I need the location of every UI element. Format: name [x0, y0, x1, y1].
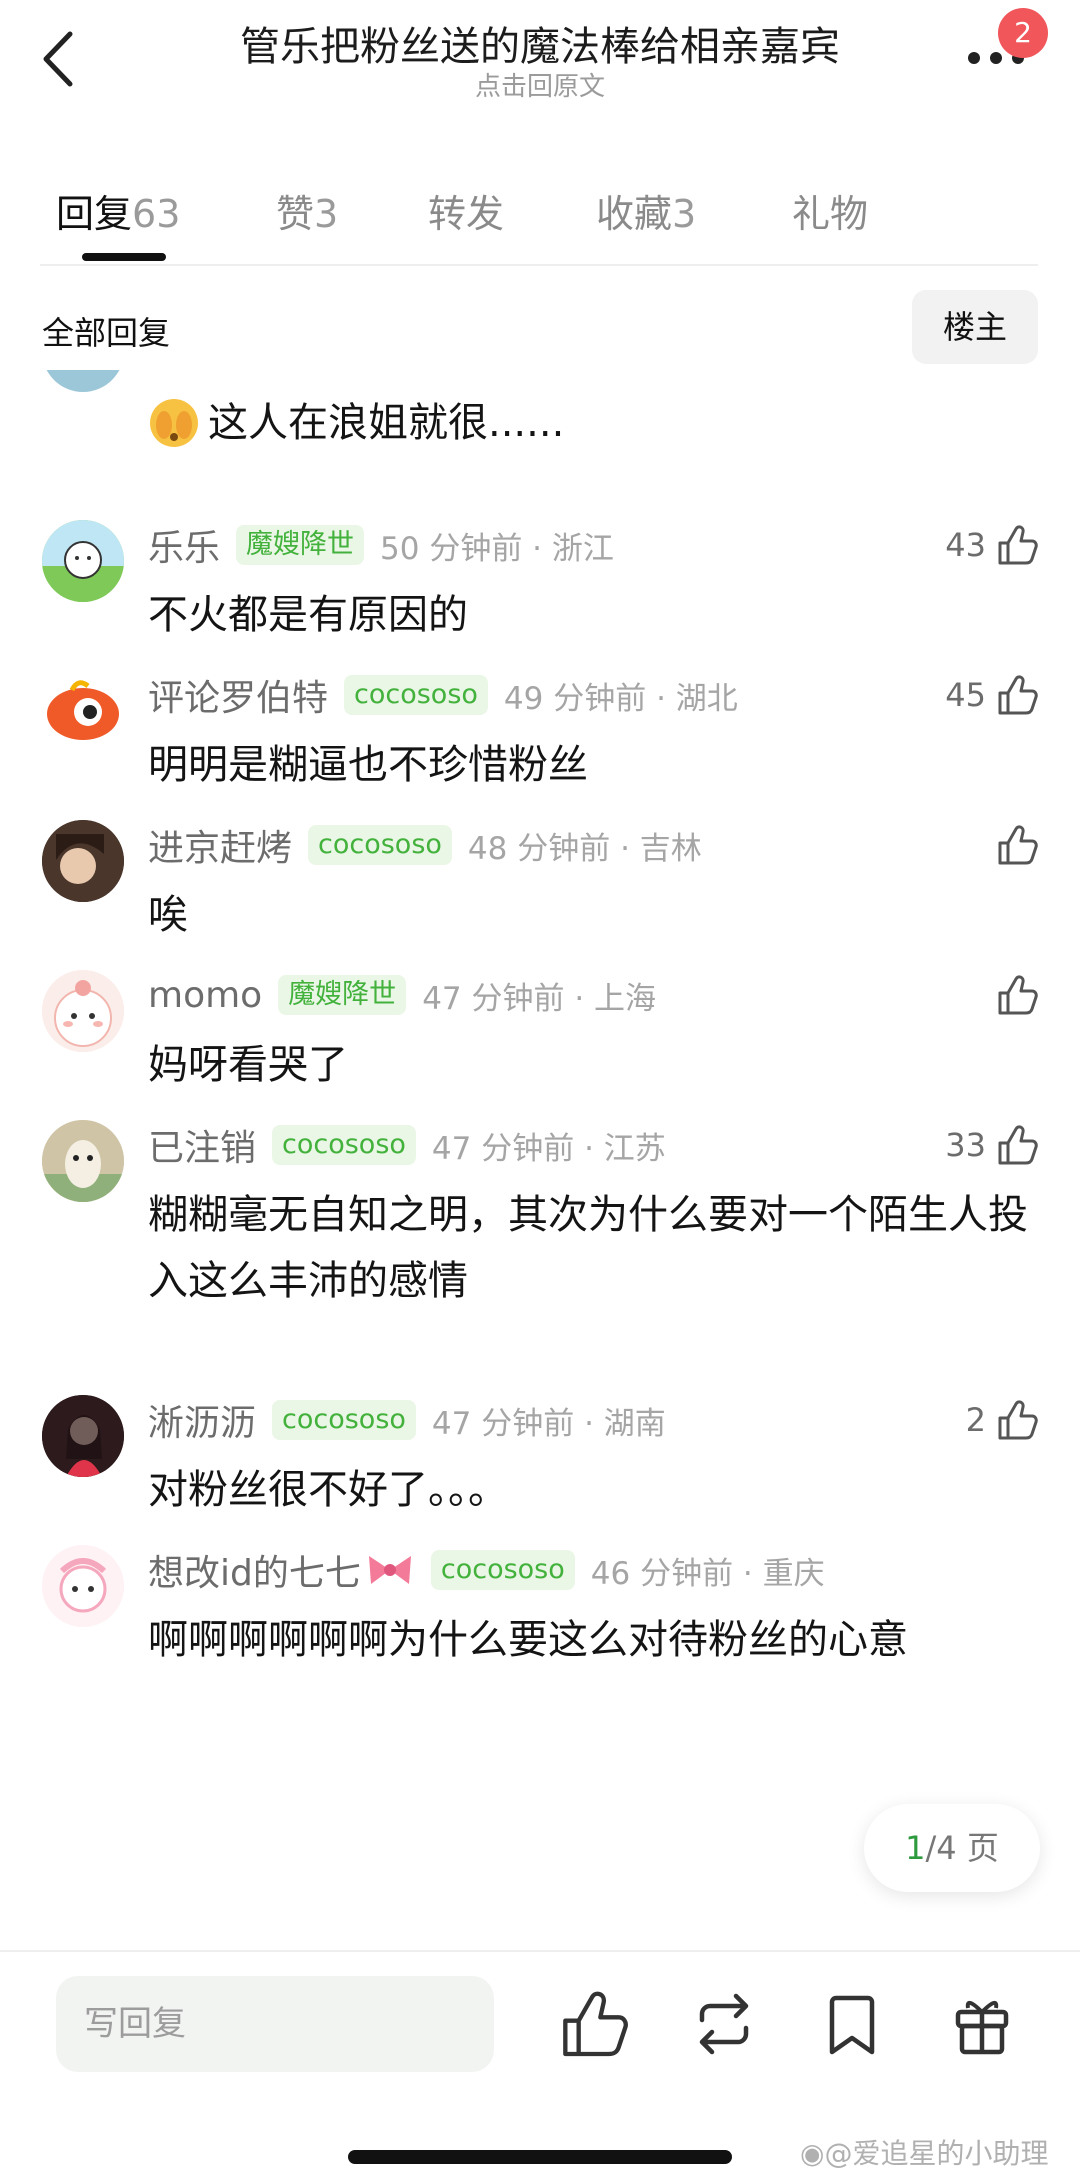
comment-text: 不火都是有原因的 [148, 592, 468, 638]
like-button[interactable]: 45 [945, 670, 1040, 720]
home-indicator [348, 2150, 732, 2164]
thumbs-up-icon [998, 975, 1038, 1015]
comment-text: 唉 [148, 892, 188, 938]
like-button[interactable]: 43 [945, 520, 1040, 570]
fan-badge: cocososo [344, 675, 488, 715]
fan-badge: cocososo [272, 1125, 416, 1165]
fan-badge: cocososo [308, 825, 452, 865]
comment-text: 妈呀看哭了 [148, 1042, 348, 1088]
tab-bar: 回复63 赞3 转发 收藏3 礼物 [0, 165, 1080, 265]
timestamp-location: 46 分钟前 · 重庆 [590, 1555, 825, 1592]
thumbs-up-icon [998, 825, 1038, 865]
divider [40, 264, 1038, 266]
watermark: ◉@爱追星的小助理 [800, 2137, 1049, 2170]
fan-badge: cocososo [430, 1550, 575, 1590]
gift-icon [955, 2000, 1009, 2055]
timestamp-location: 50 分钟前 · 浙江 [380, 530, 614, 567]
top-navigation-bar: 管乐把粉丝送的魔法棒给相亲嘉宾 点击回原文 2 [0, 0, 1080, 120]
owner-filter-button[interactable]: 楼主 [912, 290, 1038, 364]
fan-badge: 魔嫂降世 [278, 975, 407, 1015]
timestamp-location: 47 分钟前 · 湖南 [431, 1405, 666, 1442]
all-replies-label: 全部回复 [42, 314, 171, 352]
active-tab-indicator [82, 253, 166, 261]
gift-button[interactable] [942, 1984, 1022, 2064]
tab-favorites[interactable]: 收藏3 [596, 183, 696, 238]
timestamp-location: 48 分钟前 · 吉林 [467, 830, 702, 867]
repost-button[interactable] [684, 1984, 764, 2064]
bookmark-button[interactable] [812, 1984, 892, 2064]
more-icon [968, 52, 980, 64]
back-to-original-link[interactable]: 点击回原文 [0, 66, 1080, 103]
avatar[interactable] [42, 1545, 124, 1627]
comment-list[interactable]: 这人在浪姐就很...... 乐乐 魔嫂降世 50 分钟前 · 浙江 43 不火都… [0, 370, 1080, 1950]
thumbs-up-icon [998, 1400, 1038, 1440]
tab-reposts[interactable]: 转发 [428, 183, 504, 238]
comment-text: 这人在浪姐就很...... [208, 400, 565, 446]
bookmark-icon [829, 1995, 875, 2055]
weibo-logo-icon: ◉ [800, 2137, 825, 2170]
avatar[interactable] [42, 520, 124, 602]
tab-replies[interactable]: 回复63 [56, 183, 180, 238]
username[interactable]: momo [148, 975, 262, 1016]
avatar[interactable] [42, 1120, 124, 1202]
username[interactable]: 评论罗伯特 [148, 669, 328, 721]
avatar[interactable] [42, 820, 124, 902]
bow-emoji-icon [368, 1556, 411, 1584]
reply-input[interactable]: 写回复 [56, 1976, 494, 2072]
avatar[interactable] [42, 1395, 124, 1477]
thumbs-up-icon [563, 1991, 628, 2057]
fan-badge: cocososo [272, 1400, 416, 1440]
fan-badge: 魔嫂降世 [236, 525, 365, 565]
tab-likes[interactable]: 赞3 [276, 183, 338, 238]
like-button[interactable] [986, 820, 1040, 870]
username[interactable]: 乐乐 [148, 519, 220, 571]
post-title: 管乐把粉丝送的魔法棒给相亲嘉宾 [240, 24, 840, 70]
comment-text: 糊糊毫无自知之明，其次为什么要对一个陌生人投入这么丰沛的感情 [148, 1192, 1028, 1304]
tab-gifts[interactable]: 礼物 [792, 183, 868, 238]
like-button[interactable]: 33 [945, 1120, 1040, 1170]
shy-emoji-icon [150, 399, 198, 447]
like-post-button[interactable] [552, 1984, 632, 2064]
timestamp-location: 47 分钟前 · 上海 [422, 980, 657, 1017]
avatar[interactable] [42, 370, 124, 392]
like-button[interactable]: 2 [966, 1395, 1040, 1445]
comment-text: 对粉丝很不好了。。。 [148, 1467, 508, 1513]
username[interactable]: 淅沥沥 [148, 1394, 256, 1446]
username[interactable]: 进京赶烤 [148, 819, 292, 871]
timestamp-location: 47 分钟前 · 江苏 [431, 1130, 666, 1167]
avatar[interactable] [42, 970, 124, 1052]
thumbs-up-icon [998, 525, 1038, 565]
like-count: 33 [945, 1126, 986, 1164]
username[interactable]: 已注销 [148, 1119, 256, 1171]
page-indicator[interactable]: 1/4 页 [864, 1804, 1040, 1892]
like-count: 2 [965, 1401, 986, 1439]
avatar[interactable] [42, 670, 124, 752]
thumbs-up-icon [998, 675, 1038, 715]
like-count: 45 [945, 676, 986, 714]
repost-icon [699, 1993, 749, 2055]
thumbs-up-icon [998, 1125, 1038, 1165]
notification-badge: 2 [998, 8, 1048, 58]
timestamp-location: 49 分钟前 · 湖北 [503, 680, 738, 717]
comment-text: 明明是糊逼也不珍惜粉丝 [148, 742, 588, 788]
like-button[interactable] [986, 970, 1040, 1020]
username[interactable]: 想改id的七七 [148, 1544, 361, 1596]
comment-text: 啊啊啊啊啊啊为什么要这么对待粉丝的心意 [148, 1617, 908, 1663]
like-count: 43 [945, 526, 986, 564]
